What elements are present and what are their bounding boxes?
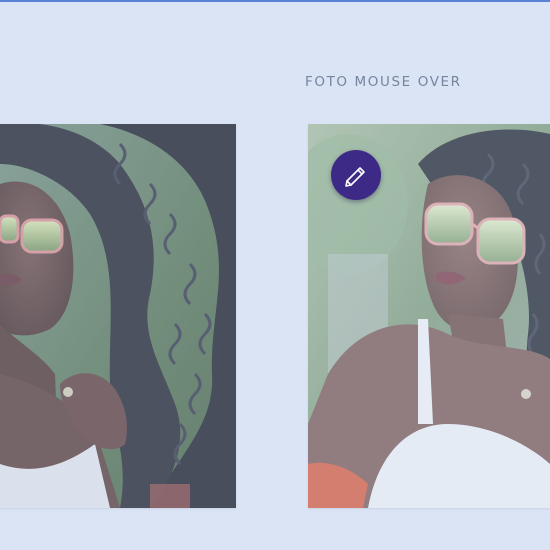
top-rule [0, 0, 550, 2]
hover-label: FOTO MOUSE OVER [305, 74, 462, 90]
edit-button[interactable] [331, 150, 381, 200]
photo-default[interactable] [0, 124, 236, 508]
portrait-image [0, 124, 236, 508]
pencil-icon [345, 167, 365, 187]
canvas: FOTO MOUSE OVER [0, 0, 550, 550]
